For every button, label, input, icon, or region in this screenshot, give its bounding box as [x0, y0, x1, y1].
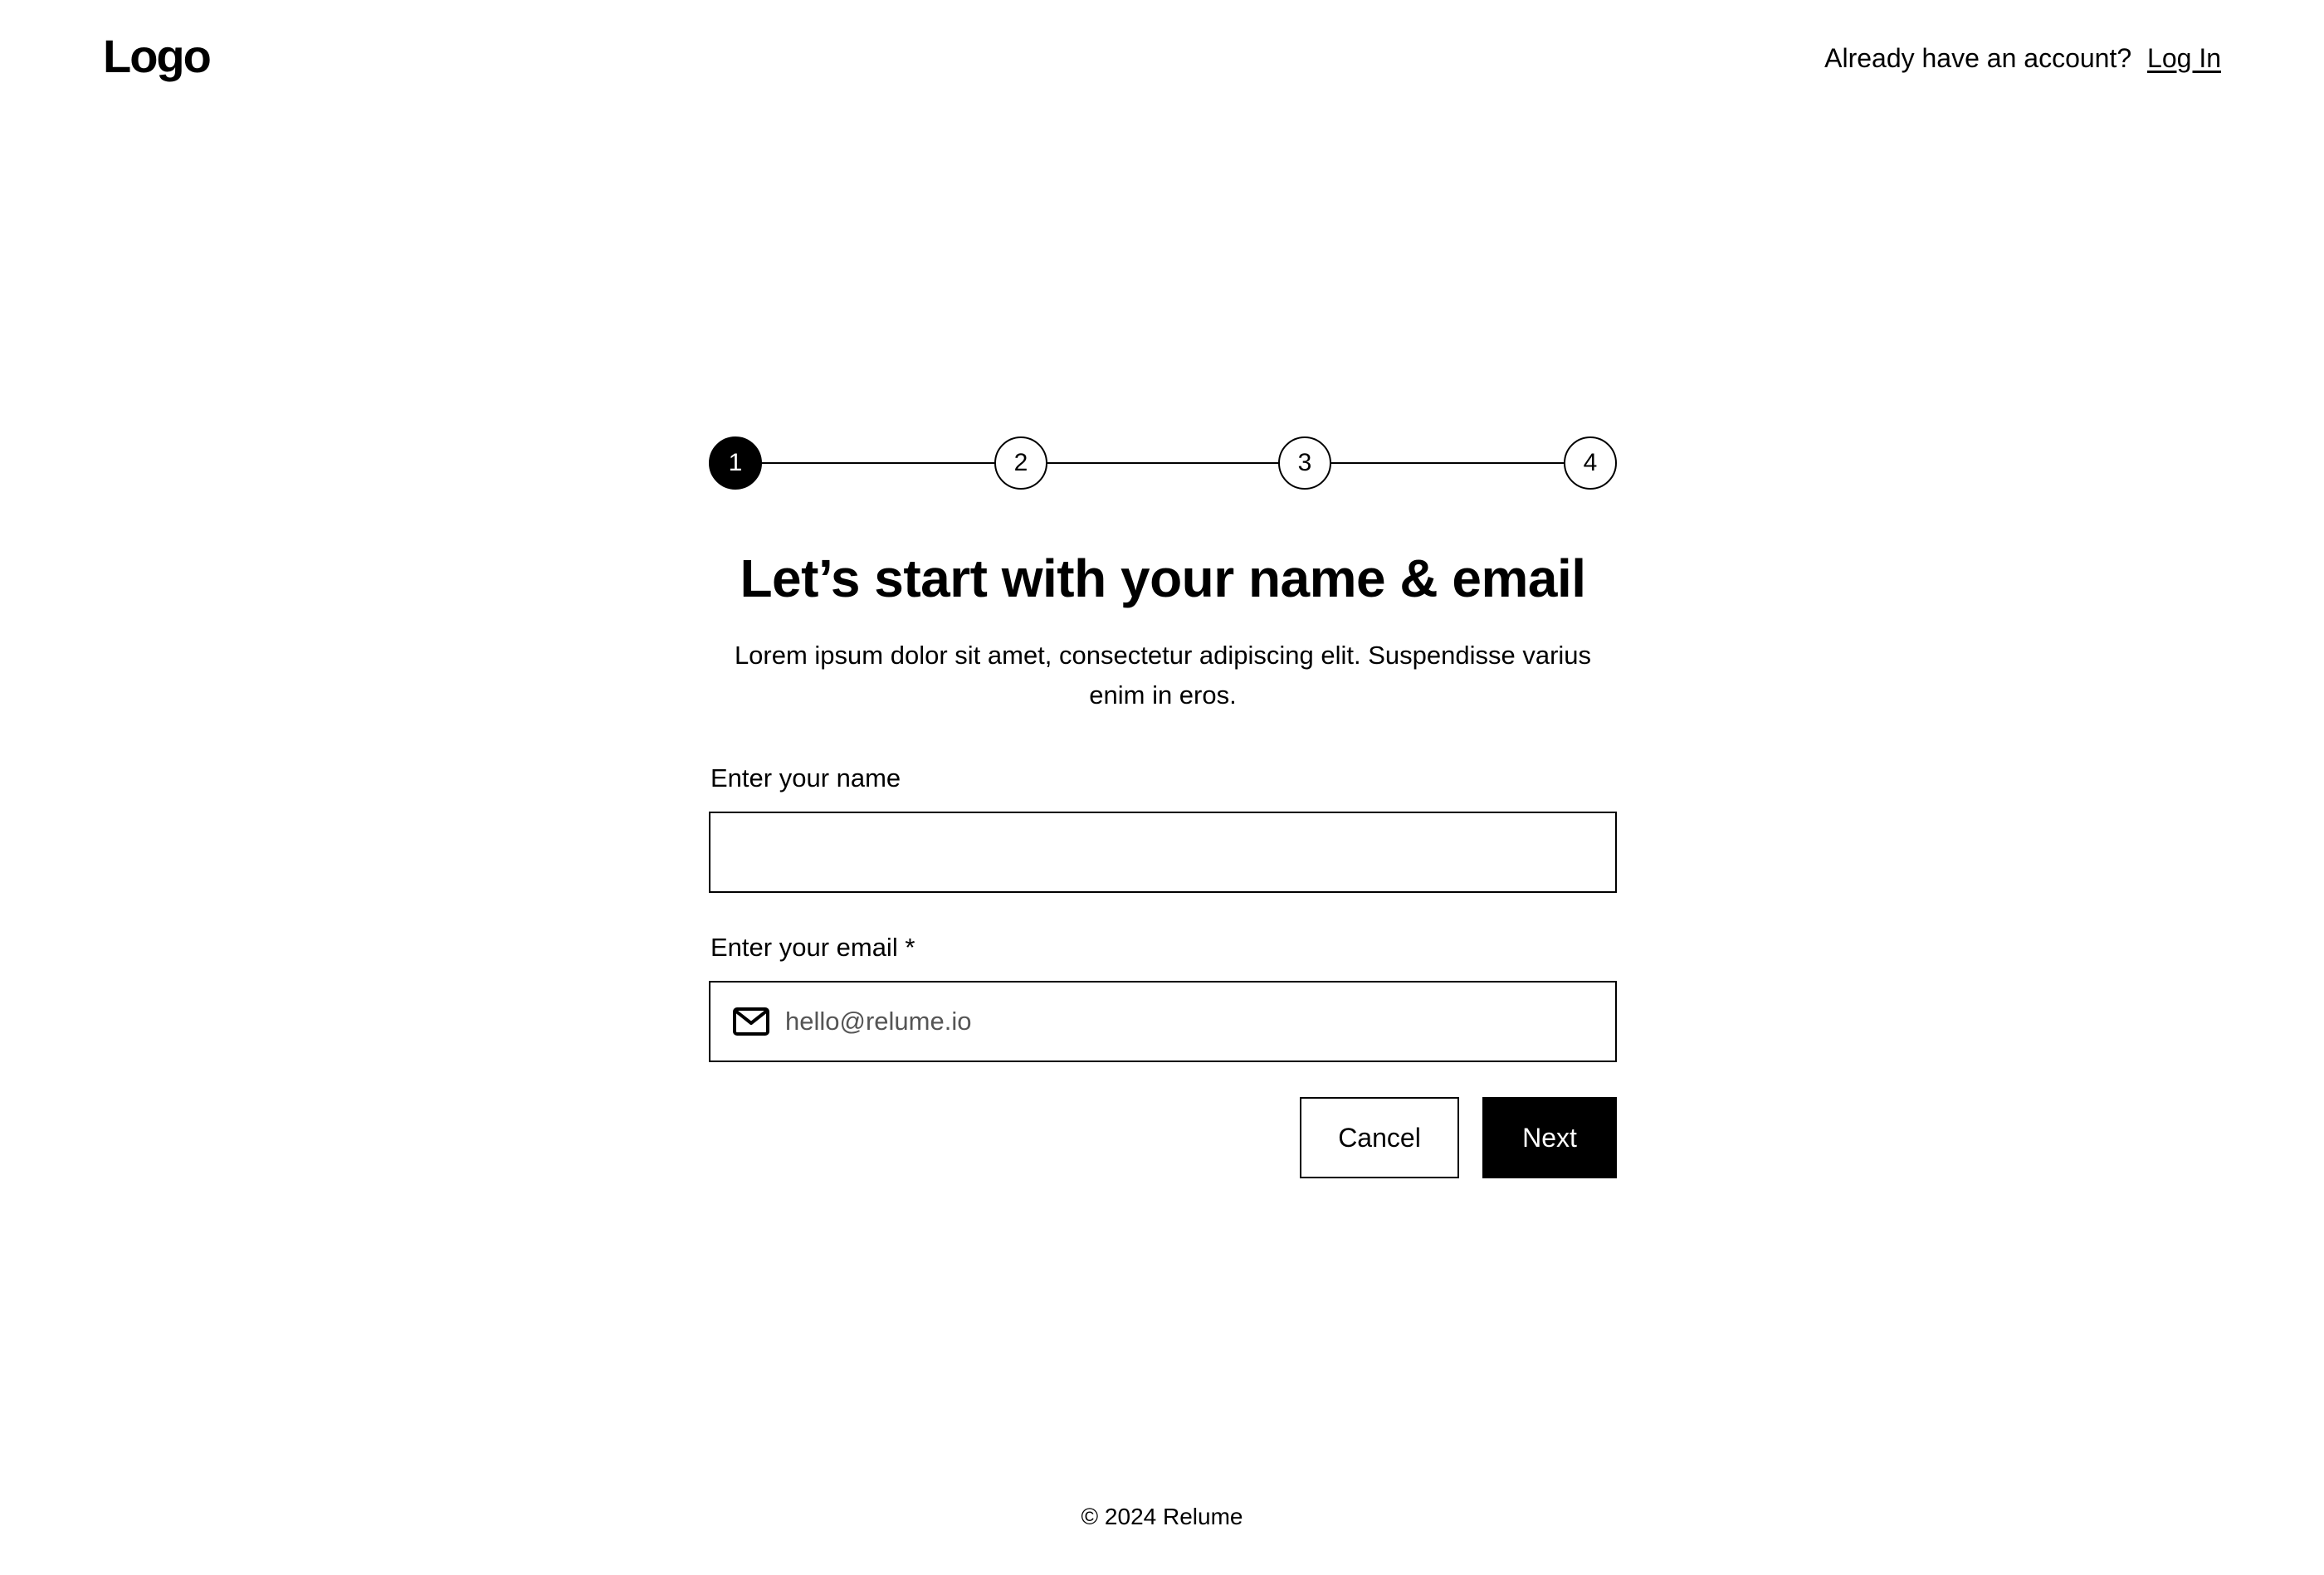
name-label: Enter your name	[710, 763, 901, 792]
mail-icon	[732, 1007, 770, 1036]
step-2: 2	[994, 436, 1047, 490]
login-area: Already have an account? Log In	[1824, 41, 2221, 75]
email-input[interactable]	[770, 983, 1615, 1061]
stepper-connector	[1330, 462, 1565, 464]
page-title: Let’s start with your name & email	[740, 549, 1586, 608]
signup-form: 1 2 3 4 Let’s start with your name & ema…	[709, 436, 1617, 1178]
step-3: 3	[1278, 436, 1331, 490]
progress-stepper: 1 2 3 4	[709, 436, 1617, 490]
next-button[interactable]: Next	[1482, 1097, 1617, 1178]
page-subtitle: Lorem ipsum dolor sit amet, consectetur …	[734, 641, 1592, 709]
email-field[interactable]	[709, 981, 1617, 1062]
step-1: 1	[709, 436, 762, 490]
form-actions: Cancel Next	[709, 1097, 1617, 1178]
footer-copyright: © 2024 Relume	[1081, 1504, 1243, 1529]
stepper-connector	[760, 462, 996, 464]
login-link[interactable]: Log In	[2147, 43, 2221, 73]
name-input[interactable]	[709, 812, 1617, 893]
stepper-connector	[1046, 462, 1280, 464]
step-4: 4	[1564, 436, 1617, 490]
email-label: Enter your email *	[710, 933, 915, 962]
logo[interactable]: Logo	[103, 28, 212, 85]
cancel-button[interactable]: Cancel	[1300, 1097, 1459, 1178]
login-prompt: Already have an account?	[1824, 43, 2132, 73]
site-header: Logo Already have an account? Log In	[0, 0, 2324, 116]
